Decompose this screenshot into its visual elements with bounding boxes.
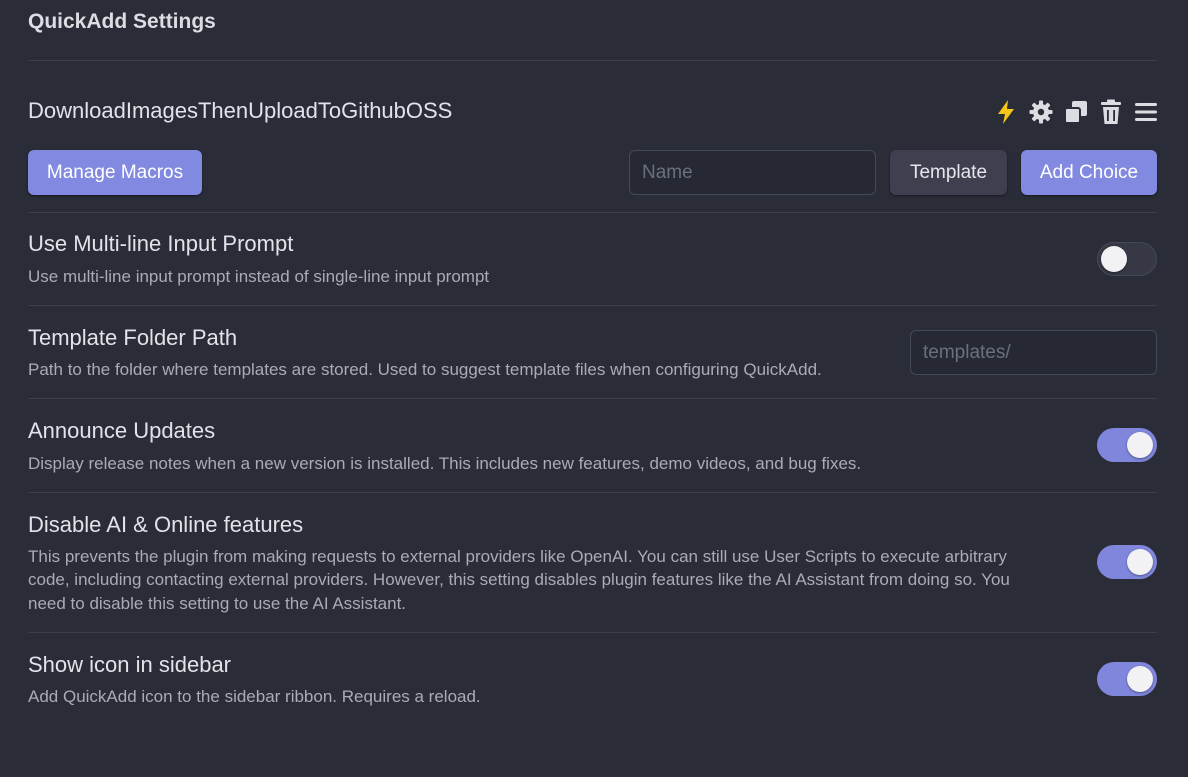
setting-description-line: code, including contacting external prov… [28, 570, 1010, 589]
setting-description: Use multi-line input prompt instead of s… [28, 267, 490, 286]
setting-title: Show icon in sidebar [28, 652, 232, 677]
choice-name-input[interactable] [629, 150, 876, 195]
choice-actions [993, 98, 1158, 126]
divider [28, 632, 1157, 633]
template-button[interactable]: Template [890, 150, 1007, 195]
divider [28, 60, 1157, 61]
sidebar-icon-toggle[interactable] [1097, 662, 1157, 696]
setting-description-line: This prevents the plugin from making req… [28, 547, 1007, 566]
duplicate-icon[interactable] [1063, 98, 1088, 126]
template-folder-input[interactable] [910, 330, 1157, 375]
multiline-prompt-toggle[interactable] [1097, 242, 1157, 276]
menu-icon[interactable] [1133, 98, 1158, 126]
setting-title: Use Multi-line Input Prompt [28, 231, 294, 256]
choice-name: DownloadImagesThenUploadToGithubOSS [28, 98, 453, 123]
settings-page: QuickAdd Settings DownloadImagesThenUplo… [0, 0, 1188, 777]
setting-title: Disable AI & Online features [28, 512, 304, 537]
setting-title: Template Folder Path [28, 325, 238, 350]
setting-description-line: need to disable this setting to use the … [28, 594, 407, 613]
page-title: QuickAdd Settings [28, 10, 216, 33]
manage-macros-button[interactable]: Manage Macros [28, 150, 202, 195]
toggle-knob [1127, 549, 1153, 575]
toggle-knob [1101, 246, 1127, 272]
add-choice-button[interactable]: Add Choice [1021, 150, 1157, 195]
setting-description: Add QuickAdd icon to the sidebar ribbon.… [28, 687, 481, 706]
setting-description: Path to the folder where templates are s… [28, 360, 822, 379]
divider [28, 305, 1157, 306]
disable-ai-toggle[interactable] [1097, 545, 1157, 579]
lightning-icon[interactable] [993, 98, 1018, 126]
trash-icon[interactable] [1098, 98, 1123, 126]
toggle-knob [1127, 666, 1153, 692]
setting-description: Display release notes when a new version… [28, 454, 862, 473]
setting-title: Announce Updates [28, 418, 216, 443]
announce-updates-toggle[interactable] [1097, 428, 1157, 462]
divider [28, 212, 1157, 213]
gear-icon[interactable] [1028, 98, 1053, 126]
divider [28, 398, 1157, 399]
toggle-knob [1127, 432, 1153, 458]
divider [28, 492, 1157, 493]
